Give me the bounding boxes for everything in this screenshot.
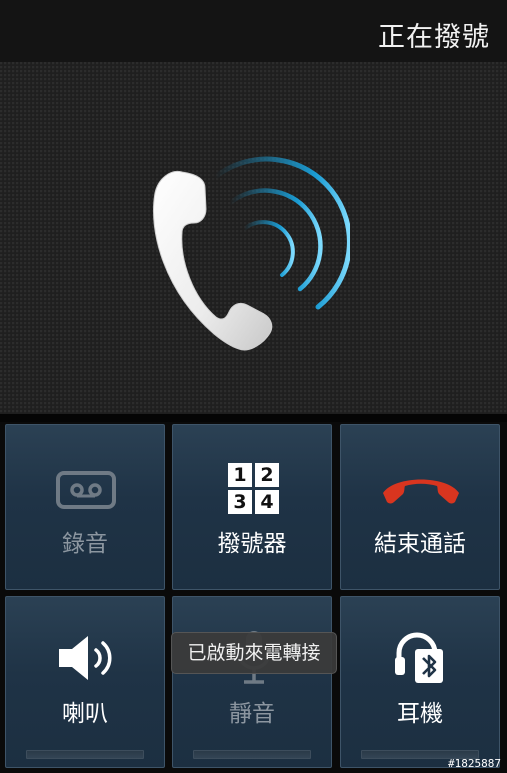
dialpad-label: 撥號器 [217, 531, 287, 557]
record-button[interactable]: 錄音 [5, 424, 165, 590]
dialpad-key-2: 2 [255, 463, 279, 487]
mute-button[interactable]: 靜音 [172, 596, 332, 768]
speaker-button[interactable]: 喇叭 [5, 596, 165, 768]
dialpad-icon: 1 2 3 4 [228, 463, 280, 515]
panel-divider [0, 414, 507, 422]
cassette-icon [56, 471, 116, 509]
dialpad-button[interactable]: 1 2 3 4 撥號器 [172, 424, 332, 590]
headset-label: 耳機 [397, 701, 443, 727]
phone-calling-icon [153, 156, 350, 351]
bluetooth-headset-icon [395, 632, 443, 683]
dialpad-key-3: 3 [228, 490, 252, 514]
end-call-label: 結束通話 [374, 531, 466, 557]
mute-status-indicator [193, 750, 311, 759]
dialpad-key-1: 1 [228, 463, 252, 487]
speaker-label: 喇叭 [62, 701, 108, 727]
record-label: 錄音 [62, 531, 108, 557]
call-forwarding-toast: 已啟動來電轉接 [171, 632, 337, 674]
call-status-text: 正在撥號 [378, 22, 490, 53]
status-bar: 正在撥號 [0, 0, 507, 62]
mute-label: 靜音 [229, 701, 275, 727]
end-call-icon [383, 479, 459, 504]
speaker-status-indicator [26, 750, 144, 759]
dialpad-key-4: 4 [255, 490, 279, 514]
call-status-area [0, 62, 507, 414]
end-call-button[interactable]: 結束通話 [340, 424, 500, 590]
image-id-watermark: #1825887 [448, 757, 501, 770]
speaker-icon [59, 636, 112, 680]
headset-button[interactable]: 耳機 [340, 596, 500, 768]
